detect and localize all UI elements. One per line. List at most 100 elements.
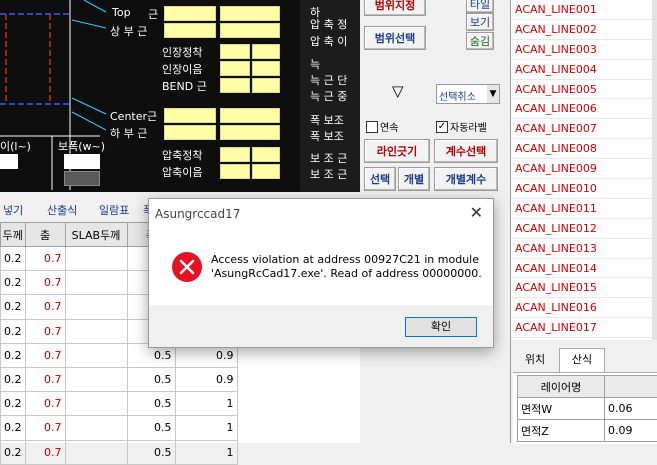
- list-scrollbar[interactable]: [652, 0, 657, 340]
- layer-list-item[interactable]: ACAN_LINE014: [511, 259, 657, 279]
- layer-list-item[interactable]: ACAN_LINE007: [511, 119, 657, 139]
- grid-cell[interactable]: 0.2: [1, 343, 26, 367]
- compression-anchor-input-2[interactable]: [252, 147, 280, 162]
- auto-label-checkbox[interactable]: ✓: [436, 121, 448, 133]
- ok-button[interactable]: 확인: [405, 317, 477, 337]
- grid-cell[interactable]: 0.7: [25, 367, 65, 391]
- grid-cell[interactable]: 0.7: [25, 247, 65, 271]
- grid-cell[interactable]: 0.7: [25, 440, 65, 464]
- layer-list-item[interactable]: ACAN_LINE004: [511, 60, 657, 80]
- layer-list-item[interactable]: ACAN_LINE005: [511, 80, 657, 100]
- center-input-2[interactable]: [220, 108, 280, 123]
- grid-cell[interactable]: 0.2: [1, 440, 26, 464]
- grid-cell[interactable]: 0.7: [25, 416, 65, 440]
- grid-cell[interactable]: [65, 247, 127, 271]
- col-header-thickness[interactable]: 두께: [1, 223, 26, 247]
- length-input[interactable]: [0, 154, 18, 169]
- table-row[interactable]: 0.20.7 0.51: [1, 440, 238, 464]
- grid-cell[interactable]: 0.2: [1, 367, 26, 391]
- close-icon[interactable]: ✕: [470, 203, 483, 222]
- prop-value[interactable]: 0.06: [605, 398, 657, 420]
- layer-list-item[interactable]: ACAN_LINE006: [511, 99, 657, 119]
- grid-cell[interactable]: 0.2: [1, 319, 26, 343]
- grid-cell[interactable]: [65, 319, 127, 343]
- grid-cell[interactable]: [65, 295, 127, 319]
- grid-cell[interactable]: [65, 416, 127, 440]
- calc-formula-button[interactable]: 산출식: [44, 202, 80, 220]
- grid-cell[interactable]: 0.7: [25, 319, 65, 343]
- center-input-1[interactable]: [164, 108, 216, 123]
- grid-cell[interactable]: 0.7: [25, 295, 65, 319]
- top-input-2[interactable]: [220, 6, 280, 21]
- upper-input-1[interactable]: [164, 23, 216, 38]
- grid-cell[interactable]: [65, 367, 127, 391]
- layer-list[interactable]: ACAN_LINE001ACAN_LINE002ACAN_LINE003ACAN…: [510, 0, 657, 340]
- continuous-checkbox[interactable]: [366, 121, 378, 133]
- grid-cell[interactable]: 1: [175, 392, 237, 416]
- deselect-dropdown[interactable]: 선택취소 ▼: [436, 84, 500, 104]
- grid-cell[interactable]: 1: [175, 416, 237, 440]
- layer-list-item[interactable]: ACAN_LINE010: [511, 179, 657, 199]
- layer-list-item[interactable]: ACAN_LINE001: [511, 0, 657, 20]
- grid-cell[interactable]: 0.2: [1, 392, 26, 416]
- layer-list-item[interactable]: ACAN_LINE017: [511, 318, 657, 338]
- layer-list-item[interactable]: ACAN_LINE011: [511, 199, 657, 219]
- grid-cell[interactable]: 0.5: [127, 416, 175, 440]
- grid-cell[interactable]: 1: [175, 440, 237, 464]
- grid-cell[interactable]: 0.2: [1, 416, 26, 440]
- range-setting-button[interactable]: 범위지정: [364, 0, 426, 16]
- layer-list-item[interactable]: ACAN_LINE013: [511, 239, 657, 259]
- bend-input-2[interactable]: [252, 78, 280, 93]
- compression-splice-input-1[interactable]: [220, 164, 250, 179]
- tile-button[interactable]: 타일: [466, 0, 494, 13]
- tension-splice-input-2[interactable]: [252, 61, 280, 76]
- layer-list-item[interactable]: ACAN_LINE003: [511, 40, 657, 60]
- width-input[interactable]: [64, 154, 100, 169]
- individual-count-button[interactable]: 개별계수: [434, 167, 498, 191]
- grid-cell[interactable]: 0.5: [127, 392, 175, 416]
- grid-cell[interactable]: [65, 343, 127, 367]
- summary-table-button[interactable]: 일람표: [96, 202, 132, 220]
- prop-value[interactable]: 0.09: [605, 420, 657, 442]
- range-select-button[interactable]: 범위선택: [364, 26, 426, 50]
- layer-list-item[interactable]: ACAN_LINE008: [511, 139, 657, 159]
- hide-button[interactable]: 숨김: [466, 32, 494, 50]
- grid-cell[interactable]: 0.5: [127, 440, 175, 464]
- tension-splice-input-1[interactable]: [220, 61, 250, 76]
- grid-cell[interactable]: [65, 440, 127, 464]
- tension-anchor-input-2[interactable]: [252, 44, 280, 59]
- lower-input-2[interactable]: [220, 125, 280, 140]
- grid-cell[interactable]: 0.7: [25, 392, 65, 416]
- table-row[interactable]: 0.20.7 0.51: [1, 392, 238, 416]
- chevron-down-icon[interactable]: ▼: [487, 85, 499, 103]
- layer-list-item[interactable]: ACAN_LINE002: [511, 20, 657, 40]
- grid-cell[interactable]: 0.2: [1, 247, 26, 271]
- grid-cell[interactable]: 0.7: [25, 343, 65, 367]
- insert-button[interactable]: 넣기: [0, 202, 26, 220]
- individual-button[interactable]: 개별: [398, 167, 430, 191]
- select-button[interactable]: 선택: [364, 167, 396, 191]
- layer-list-item[interactable]: ACAN_LINE009: [511, 159, 657, 179]
- table-row[interactable]: 0.20.7 0.51: [1, 416, 238, 440]
- grid-cell[interactable]: [65, 271, 127, 295]
- lower-input-1[interactable]: [164, 125, 216, 140]
- grid-cell[interactable]: [65, 392, 127, 416]
- upper-input-2[interactable]: [220, 23, 280, 38]
- grid-cell[interactable]: 0.9: [175, 367, 237, 391]
- layer-list-item[interactable]: ACAN_LINE012: [511, 219, 657, 239]
- compression-splice-input-2[interactable]: [252, 164, 280, 179]
- show-button[interactable]: 보기: [466, 13, 494, 31]
- layer-list-item[interactable]: ACAN_LINE016: [511, 298, 657, 318]
- tab-formula[interactable]: 산식: [559, 348, 605, 373]
- grid-cell[interactable]: 0.2: [1, 271, 26, 295]
- line-draw-button[interactable]: 라인긋기: [364, 139, 430, 163]
- layer-list-item[interactable]: ACAN_LINE015: [511, 278, 657, 298]
- top-input-1[interactable]: [164, 6, 216, 21]
- dialog-titlebar[interactable]: Asungrccad17 ✕: [149, 199, 493, 229]
- bend-input-1[interactable]: [220, 78, 250, 93]
- count-select-button[interactable]: 계수선택: [434, 139, 498, 163]
- grid-cell[interactable]: 0.2: [1, 295, 26, 319]
- col-header-slab[interactable]: SLAB두께: [65, 223, 127, 247]
- grid-cell[interactable]: 0.5: [127, 367, 175, 391]
- grid-cell[interactable]: 0.7: [25, 271, 65, 295]
